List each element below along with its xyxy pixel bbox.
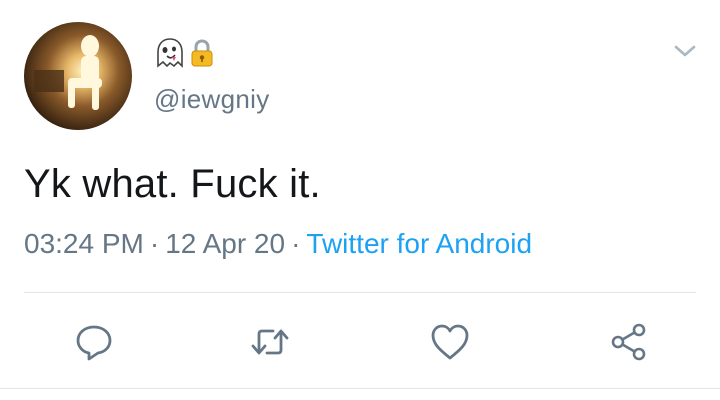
tweet-date: 12 Apr 20 xyxy=(165,228,286,259)
avatar-image xyxy=(24,22,132,130)
tweet: @iewgniy Yk what. Fuck it. 03:24 PM · 12 A… xyxy=(0,0,720,400)
reply-button[interactable] xyxy=(70,318,118,366)
retweet-icon xyxy=(249,324,291,360)
ghost-emoji-icon xyxy=(155,37,185,69)
like-button[interactable] xyxy=(426,318,474,366)
meta-separator: · xyxy=(291,228,301,259)
locked-icon xyxy=(189,38,215,68)
avatar[interactable] xyxy=(24,22,132,130)
user-handle[interactable]: @iewgniy xyxy=(154,84,270,115)
tweet-time: 03:24 PM xyxy=(24,228,144,259)
tweet-text: Yk what. Fuck it. xyxy=(24,162,321,206)
reply-icon xyxy=(74,322,114,362)
share-icon xyxy=(609,322,649,362)
tweet-meta: 03:24 PM · 12 Apr 20 · Twitter for Android xyxy=(24,228,532,260)
like-icon xyxy=(430,323,470,361)
retweet-button[interactable] xyxy=(246,318,294,366)
tweet-source-link[interactable]: Twitter for Android xyxy=(306,228,532,259)
action-bar xyxy=(0,318,720,366)
chevron-down-icon[interactable] xyxy=(670,38,700,62)
divider xyxy=(24,292,696,293)
share-button[interactable] xyxy=(605,318,653,366)
meta-separator: · xyxy=(149,228,160,259)
display-name xyxy=(155,36,215,70)
bottom-divider xyxy=(0,388,720,389)
